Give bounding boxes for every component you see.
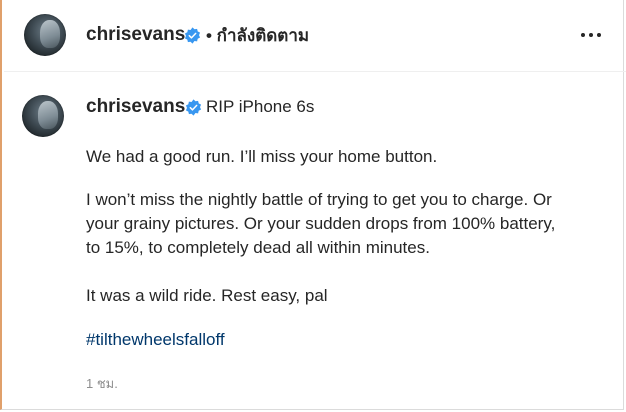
caption-paragraph-3: It was a wild ride. Rest easy, pal: [86, 286, 328, 305]
post-header: chrisevans • กำลังติดตาม: [4, 0, 626, 72]
header-username[interactable]: chrisevans: [86, 24, 185, 46]
caption-avatar[interactable]: [22, 95, 64, 137]
more-options-icon[interactable]: [578, 22, 604, 48]
caption-paragraph-1: We had a good run. I’ll miss your home b…: [86, 147, 438, 166]
verified-badge-icon: [185, 99, 202, 116]
post-timestamp[interactable]: 1 ชม.: [86, 373, 118, 394]
caption-title: RIP iPhone 6s: [206, 97, 315, 116]
hashtag-link[interactable]: #tilthewheelsfalloff: [86, 330, 225, 350]
caption-username[interactable]: chrisevans: [86, 96, 185, 118]
post-panel: chrisevans • กำลังติดตาม chrisevans RIP …: [0, 0, 626, 410]
follow-status[interactable]: • กำลังติดตาม: [206, 22, 309, 49]
caption-paragraph-2: I won’t miss the nightly battle of tryin…: [86, 190, 556, 257]
avatar[interactable]: [24, 14, 66, 56]
verified-badge-icon: [184, 27, 201, 44]
